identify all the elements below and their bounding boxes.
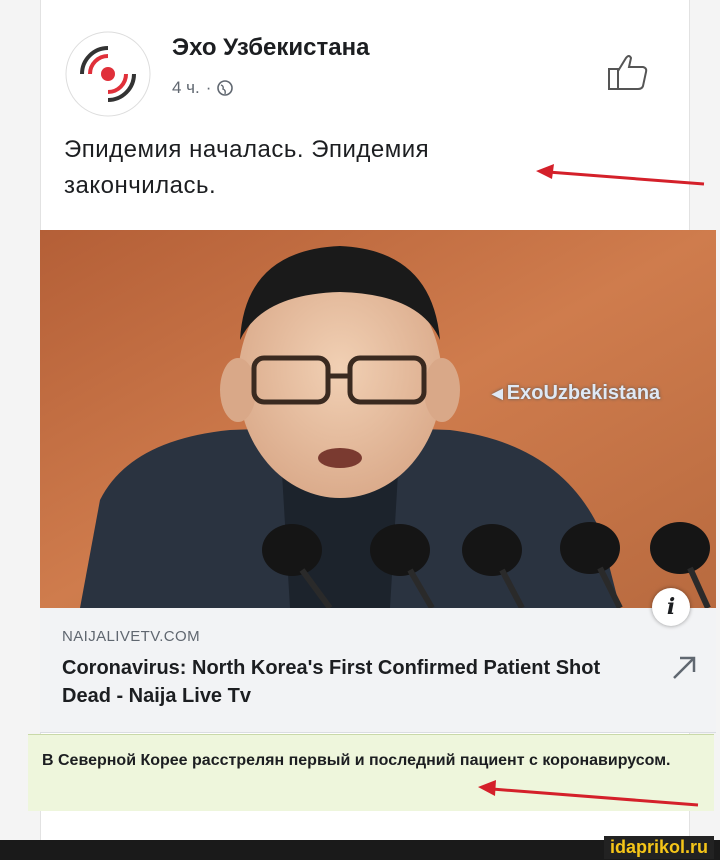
screenshot-frame: Эхо Узбекистана 4 ч. · Эпидемия началась… [0, 0, 720, 840]
speaker-photo [40, 230, 716, 608]
link-preview[interactable]: NAIJALIVETV.COM Coronavirus: North Korea… [40, 608, 716, 733]
meta-separator: · [205, 78, 212, 97]
external-link-arrow-icon[interactable] [668, 652, 700, 684]
post-time[interactable]: 4 ч. [172, 78, 200, 98]
info-icon[interactable]: i [652, 588, 690, 626]
watermark-text: EхoUzbekistana [506, 382, 661, 404]
caption-box: В Северной Корее расстрелян первый и пос… [28, 734, 714, 811]
site-badge[interactable]: idaprikol.ru [603, 836, 714, 859]
link-title[interactable]: Coronavirus: North Korea's First Confirm… [62, 654, 622, 710]
page-avatar[interactable] [64, 30, 152, 118]
caption-text: В Северной Корее расстрелян первый и пос… [42, 752, 671, 769]
post-image[interactable]: ◀ EхoUzbekistana [40, 230, 716, 608]
post-meta: 4 ч. · [172, 78, 234, 98]
annotation-arrow-top [536, 164, 705, 186]
post-text: Эпидемия началась. Эпидемия закончилась. [64, 136, 430, 199]
link-domain: NAIJALIVETV.COM [62, 628, 200, 645]
page-name[interactable]: Эхо Узбекистана [172, 34, 369, 62]
image-watermark: ◀ EхoUzbekistana [492, 382, 661, 404]
thumbs-up-icon[interactable] [606, 52, 650, 92]
annotation-arrow-bottom [478, 780, 699, 807]
globe-icon [217, 80, 234, 96]
